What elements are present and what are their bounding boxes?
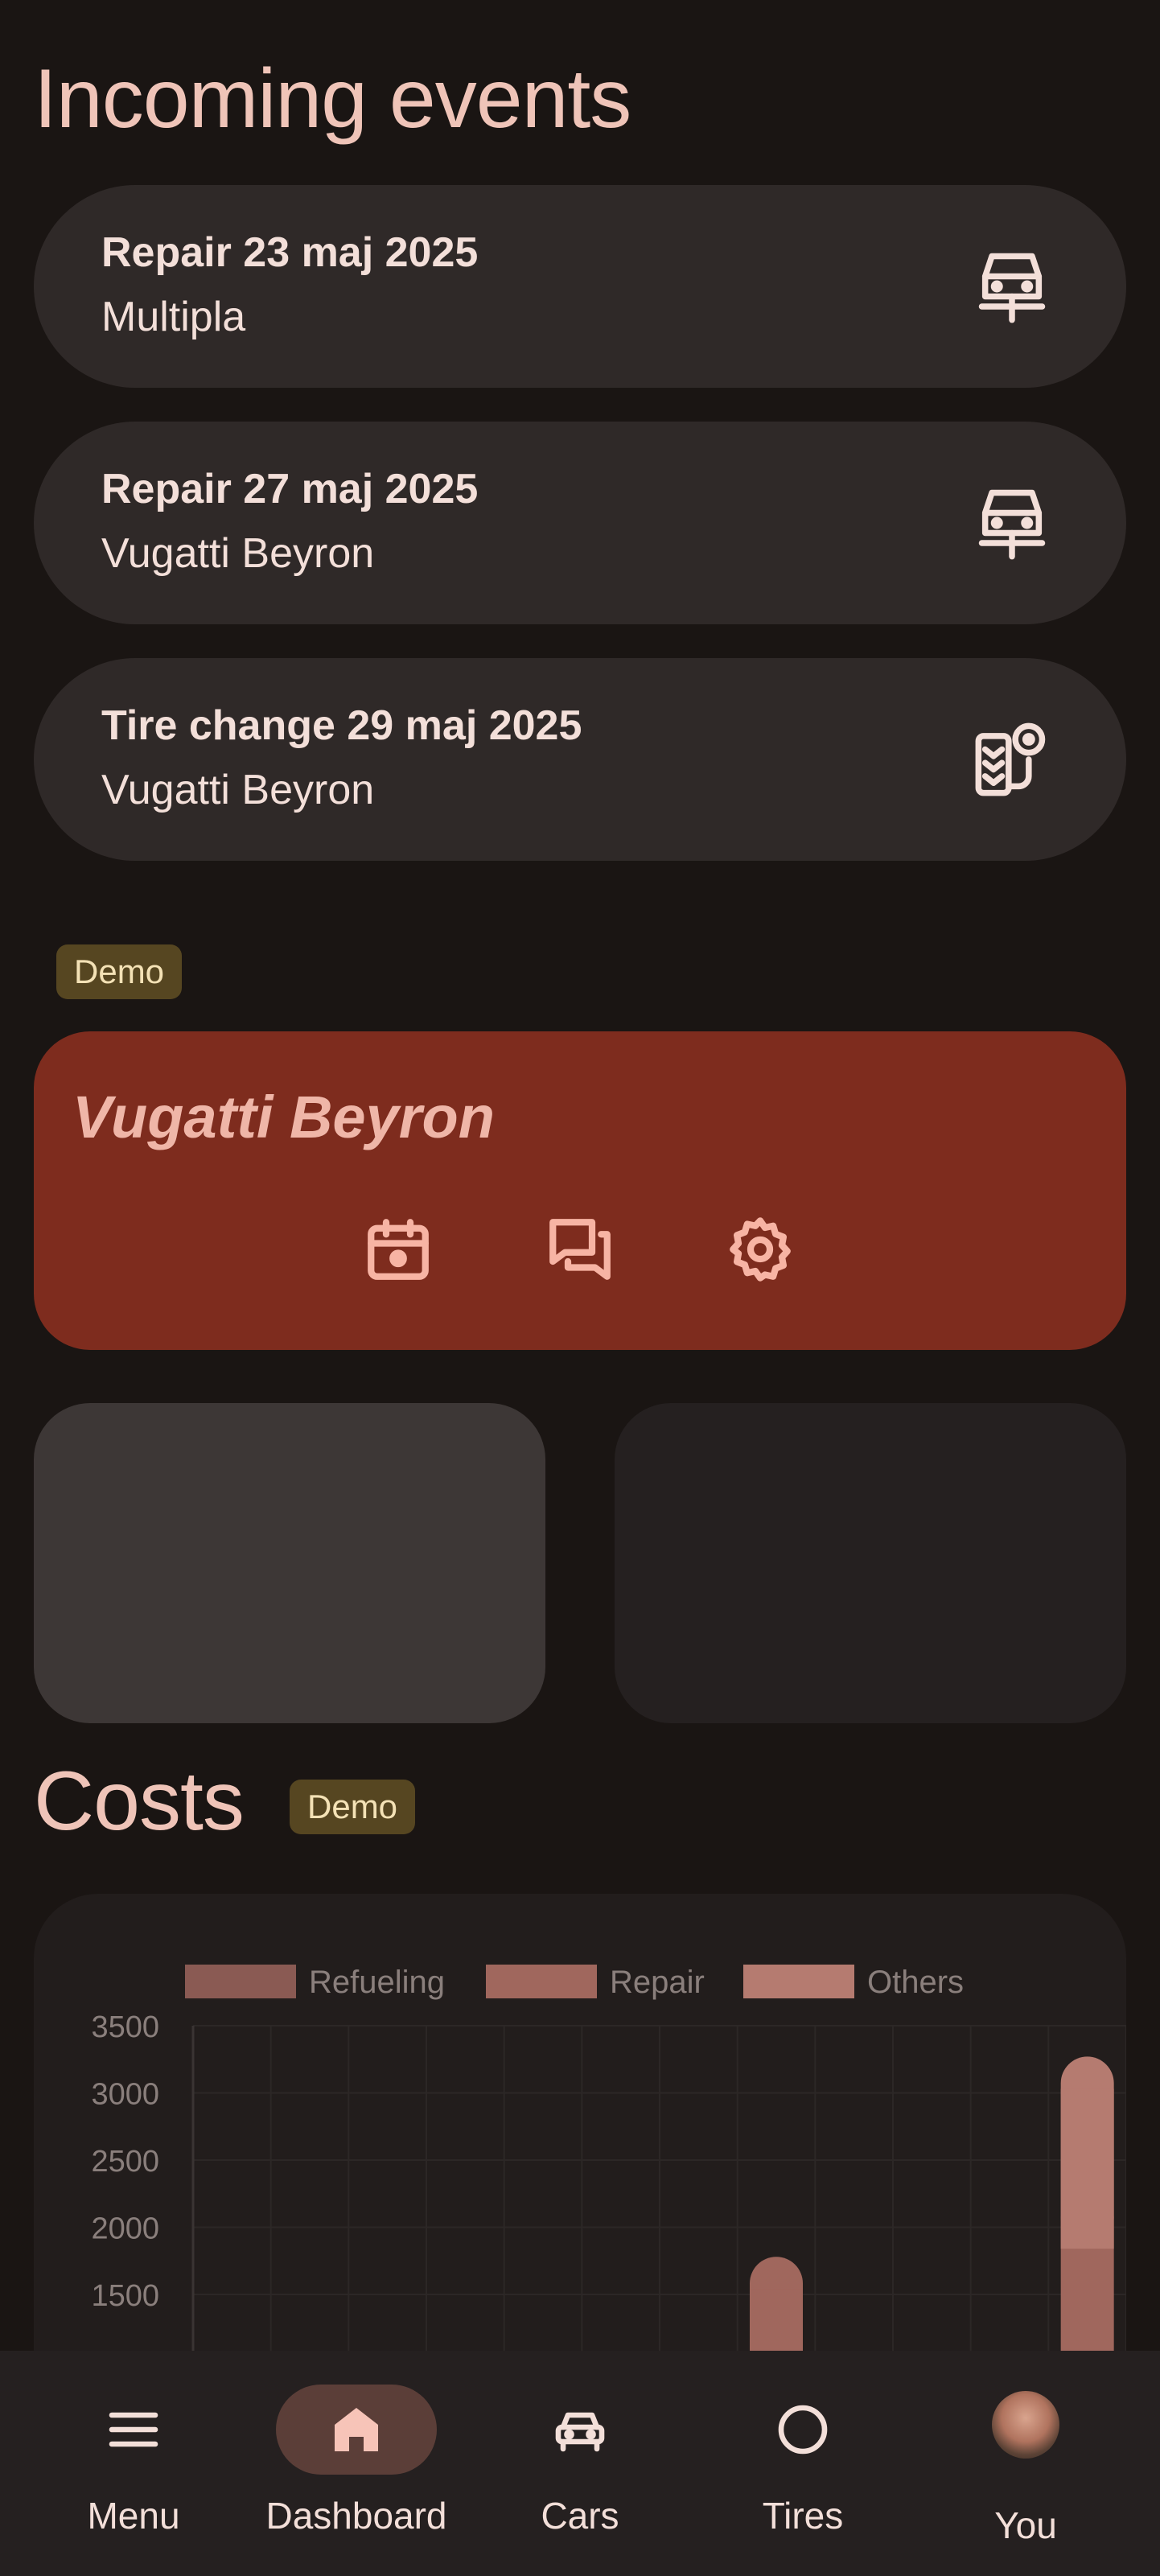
chat-icon[interactable] bbox=[544, 1213, 616, 1286]
y-tick-label: 2000 bbox=[91, 2212, 159, 2246]
demo-badge: Demo bbox=[290, 1780, 416, 1834]
legend-swatch bbox=[185, 1965, 296, 1998]
summary-tile[interactable] bbox=[34, 1403, 545, 1723]
car-icon bbox=[555, 2412, 605, 2452]
summary-tile[interactable] bbox=[615, 1403, 1126, 1723]
others-bar-fill bbox=[1060, 2088, 1114, 2249]
legend-swatch bbox=[486, 1965, 597, 1998]
menu-icon bbox=[109, 2412, 158, 2447]
nav-label: Dashboard bbox=[265, 2495, 447, 2537]
demo-badge: Demo bbox=[56, 944, 183, 999]
tire-change-icon bbox=[975, 722, 1046, 796]
legend-label: Others bbox=[867, 1965, 964, 2000]
settings-gear-icon[interactable] bbox=[724, 1213, 796, 1286]
event-card[interactable]: Repair 23 maj 2025 Multipla bbox=[34, 185, 1126, 388]
nav-item-you[interactable]: You bbox=[929, 2385, 1122, 2562]
y-tick-label: 1500 bbox=[91, 2279, 159, 2313]
event-title: Repair 23 maj 2025 bbox=[101, 229, 479, 276]
car-repair-icon bbox=[978, 253, 1046, 323]
legend-label: Refueling bbox=[309, 1965, 445, 2000]
y-tick-label: 3500 bbox=[91, 2010, 159, 2044]
nav-item-dashboard[interactable]: Dashboard bbox=[260, 2385, 453, 2562]
nav-label: You bbox=[994, 2504, 1057, 2546]
event-car: Vugatti Beyron bbox=[101, 767, 375, 813]
nav-item-tires[interactable]: Tires bbox=[706, 2385, 899, 2562]
home-icon bbox=[335, 2408, 378, 2451]
nav-item-cars[interactable]: Cars bbox=[483, 2385, 677, 2562]
event-car: Multipla bbox=[101, 294, 246, 340]
legend-swatch bbox=[743, 1965, 854, 1998]
calendar-icon[interactable] bbox=[362, 1213, 434, 1286]
legend-label: Repair bbox=[610, 1965, 705, 2000]
event-card[interactable]: Tire change 29 maj 2025 Vugatti Beyron bbox=[34, 658, 1126, 861]
car-card[interactable]: Vugatti Beyron bbox=[34, 1031, 1126, 1350]
event-title: Tire change 29 maj 2025 bbox=[101, 702, 582, 749]
bottom-navigation: Menu Dashboard Cars Tires You bbox=[0, 2351, 1160, 2576]
y-tick-label: 3000 bbox=[91, 2078, 159, 2112]
nav-item-menu[interactable]: Menu bbox=[37, 2385, 230, 2562]
tire-circle-icon bbox=[778, 2405, 828, 2455]
car-repair-icon bbox=[978, 489, 1046, 560]
nav-label: Tires bbox=[762, 2495, 844, 2537]
incoming-events-title: Incoming events bbox=[34, 52, 631, 146]
event-car: Vugatti Beyron bbox=[101, 530, 375, 577]
avatar bbox=[992, 2391, 1059, 2459]
costs-title: Costs bbox=[34, 1755, 245, 1848]
y-tick-label: 2500 bbox=[91, 2145, 159, 2179]
event-card[interactable]: Repair 27 maj 2025 Vugatti Beyron bbox=[34, 422, 1126, 624]
nav-label: Cars bbox=[541, 2495, 619, 2537]
car-name: Vugatti Beyron bbox=[72, 1084, 495, 1150]
nav-label: Menu bbox=[87, 2495, 180, 2537]
event-title: Repair 27 maj 2025 bbox=[101, 466, 479, 512]
